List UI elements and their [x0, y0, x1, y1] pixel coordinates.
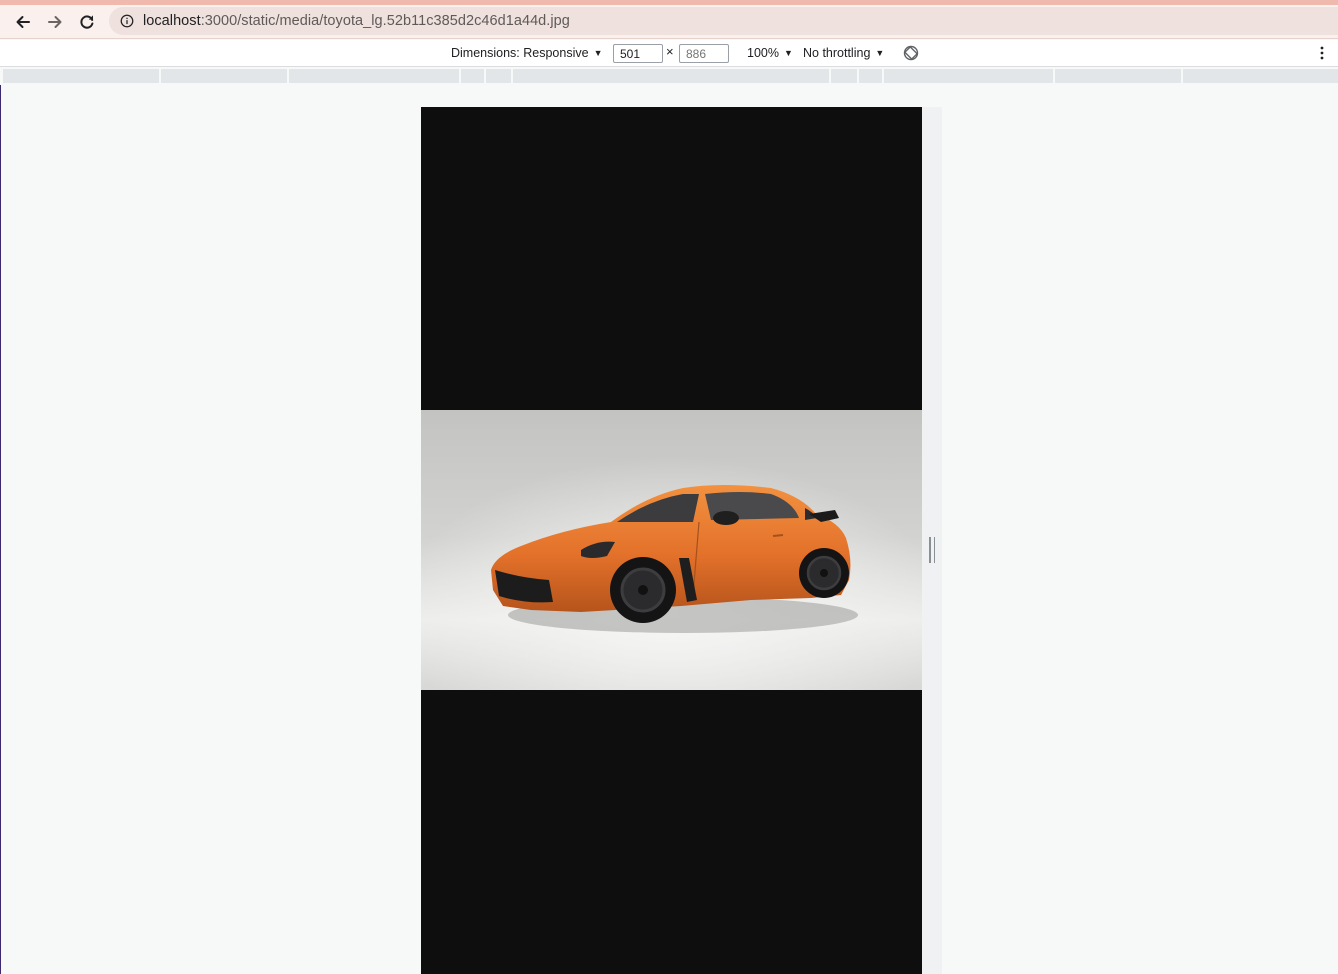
- address-bar[interactable]: localhost:3000/static/media/toyota_lg.52…: [109, 7, 1338, 35]
- media-query-segment[interactable]: [1183, 69, 1338, 83]
- device-toolbar: Dimensions: Responsive ▼ × 100% ▼ No throt…: [0, 40, 1338, 67]
- width-input[interactable]: [613, 44, 663, 63]
- media-query-segment[interactable]: [461, 69, 484, 83]
- url-text[interactable]: localhost:3000/static/media/toyota_lg.52…: [143, 13, 570, 29]
- height-input[interactable]: [679, 44, 729, 63]
- caret-down-icon: ▼: [875, 48, 885, 58]
- media-query-segment[interactable]: [1055, 69, 1181, 83]
- media-query-segment[interactable]: [859, 69, 882, 83]
- viewport-resize-handle[interactable]: [929, 537, 935, 563]
- media-query-segment[interactable]: [161, 69, 287, 83]
- media-query-segment[interactable]: [289, 69, 459, 83]
- media-query-segment[interactable]: [884, 69, 1053, 83]
- back-button[interactable]: [8, 7, 38, 37]
- device-viewport: [421, 107, 922, 974]
- caret-down-icon: ▼: [783, 48, 793, 58]
- media-query-bar: [0, 67, 1338, 85]
- media-query-segment[interactable]: [831, 69, 857, 83]
- dimensions-label: Dimensions: Responsive: [451, 46, 589, 60]
- zoom-label: 100%: [747, 46, 779, 60]
- zoom-dropdown[interactable]: 100% ▼: [747, 40, 793, 66]
- info-circle-icon[interactable]: [119, 13, 135, 29]
- rotate-icon[interactable]: [902, 44, 920, 62]
- media-query-segment[interactable]: [513, 69, 829, 83]
- media-query-segment[interactable]: [3, 69, 159, 83]
- reload-button[interactable]: [72, 7, 102, 37]
- arrow-right-icon: [48, 16, 62, 28]
- arrow-left-icon: [16, 16, 30, 28]
- url-host: localhost: [143, 13, 201, 29]
- caret-down-icon: ▼: [593, 48, 603, 58]
- times-separator: ×: [666, 44, 674, 59]
- dimensions-dropdown[interactable]: Dimensions: Responsive ▼: [451, 40, 602, 66]
- more-vertical-icon[interactable]: [1314, 43, 1330, 63]
- reload-icon: [80, 15, 94, 29]
- throttling-label: No throttling: [803, 46, 871, 60]
- browser-toolbar: localhost:3000/static/media/toyota_lg.52…: [0, 5, 1338, 39]
- forward-button[interactable]: [40, 7, 70, 37]
- media-query-segment[interactable]: [486, 69, 511, 83]
- window-edge: [0, 40, 1, 974]
- url-path: :3000/static/media/toyota_lg.52b11c385d2…: [200, 13, 570, 29]
- car-photo: [421, 410, 922, 690]
- throttling-dropdown[interactable]: No throttling ▼: [803, 40, 884, 66]
